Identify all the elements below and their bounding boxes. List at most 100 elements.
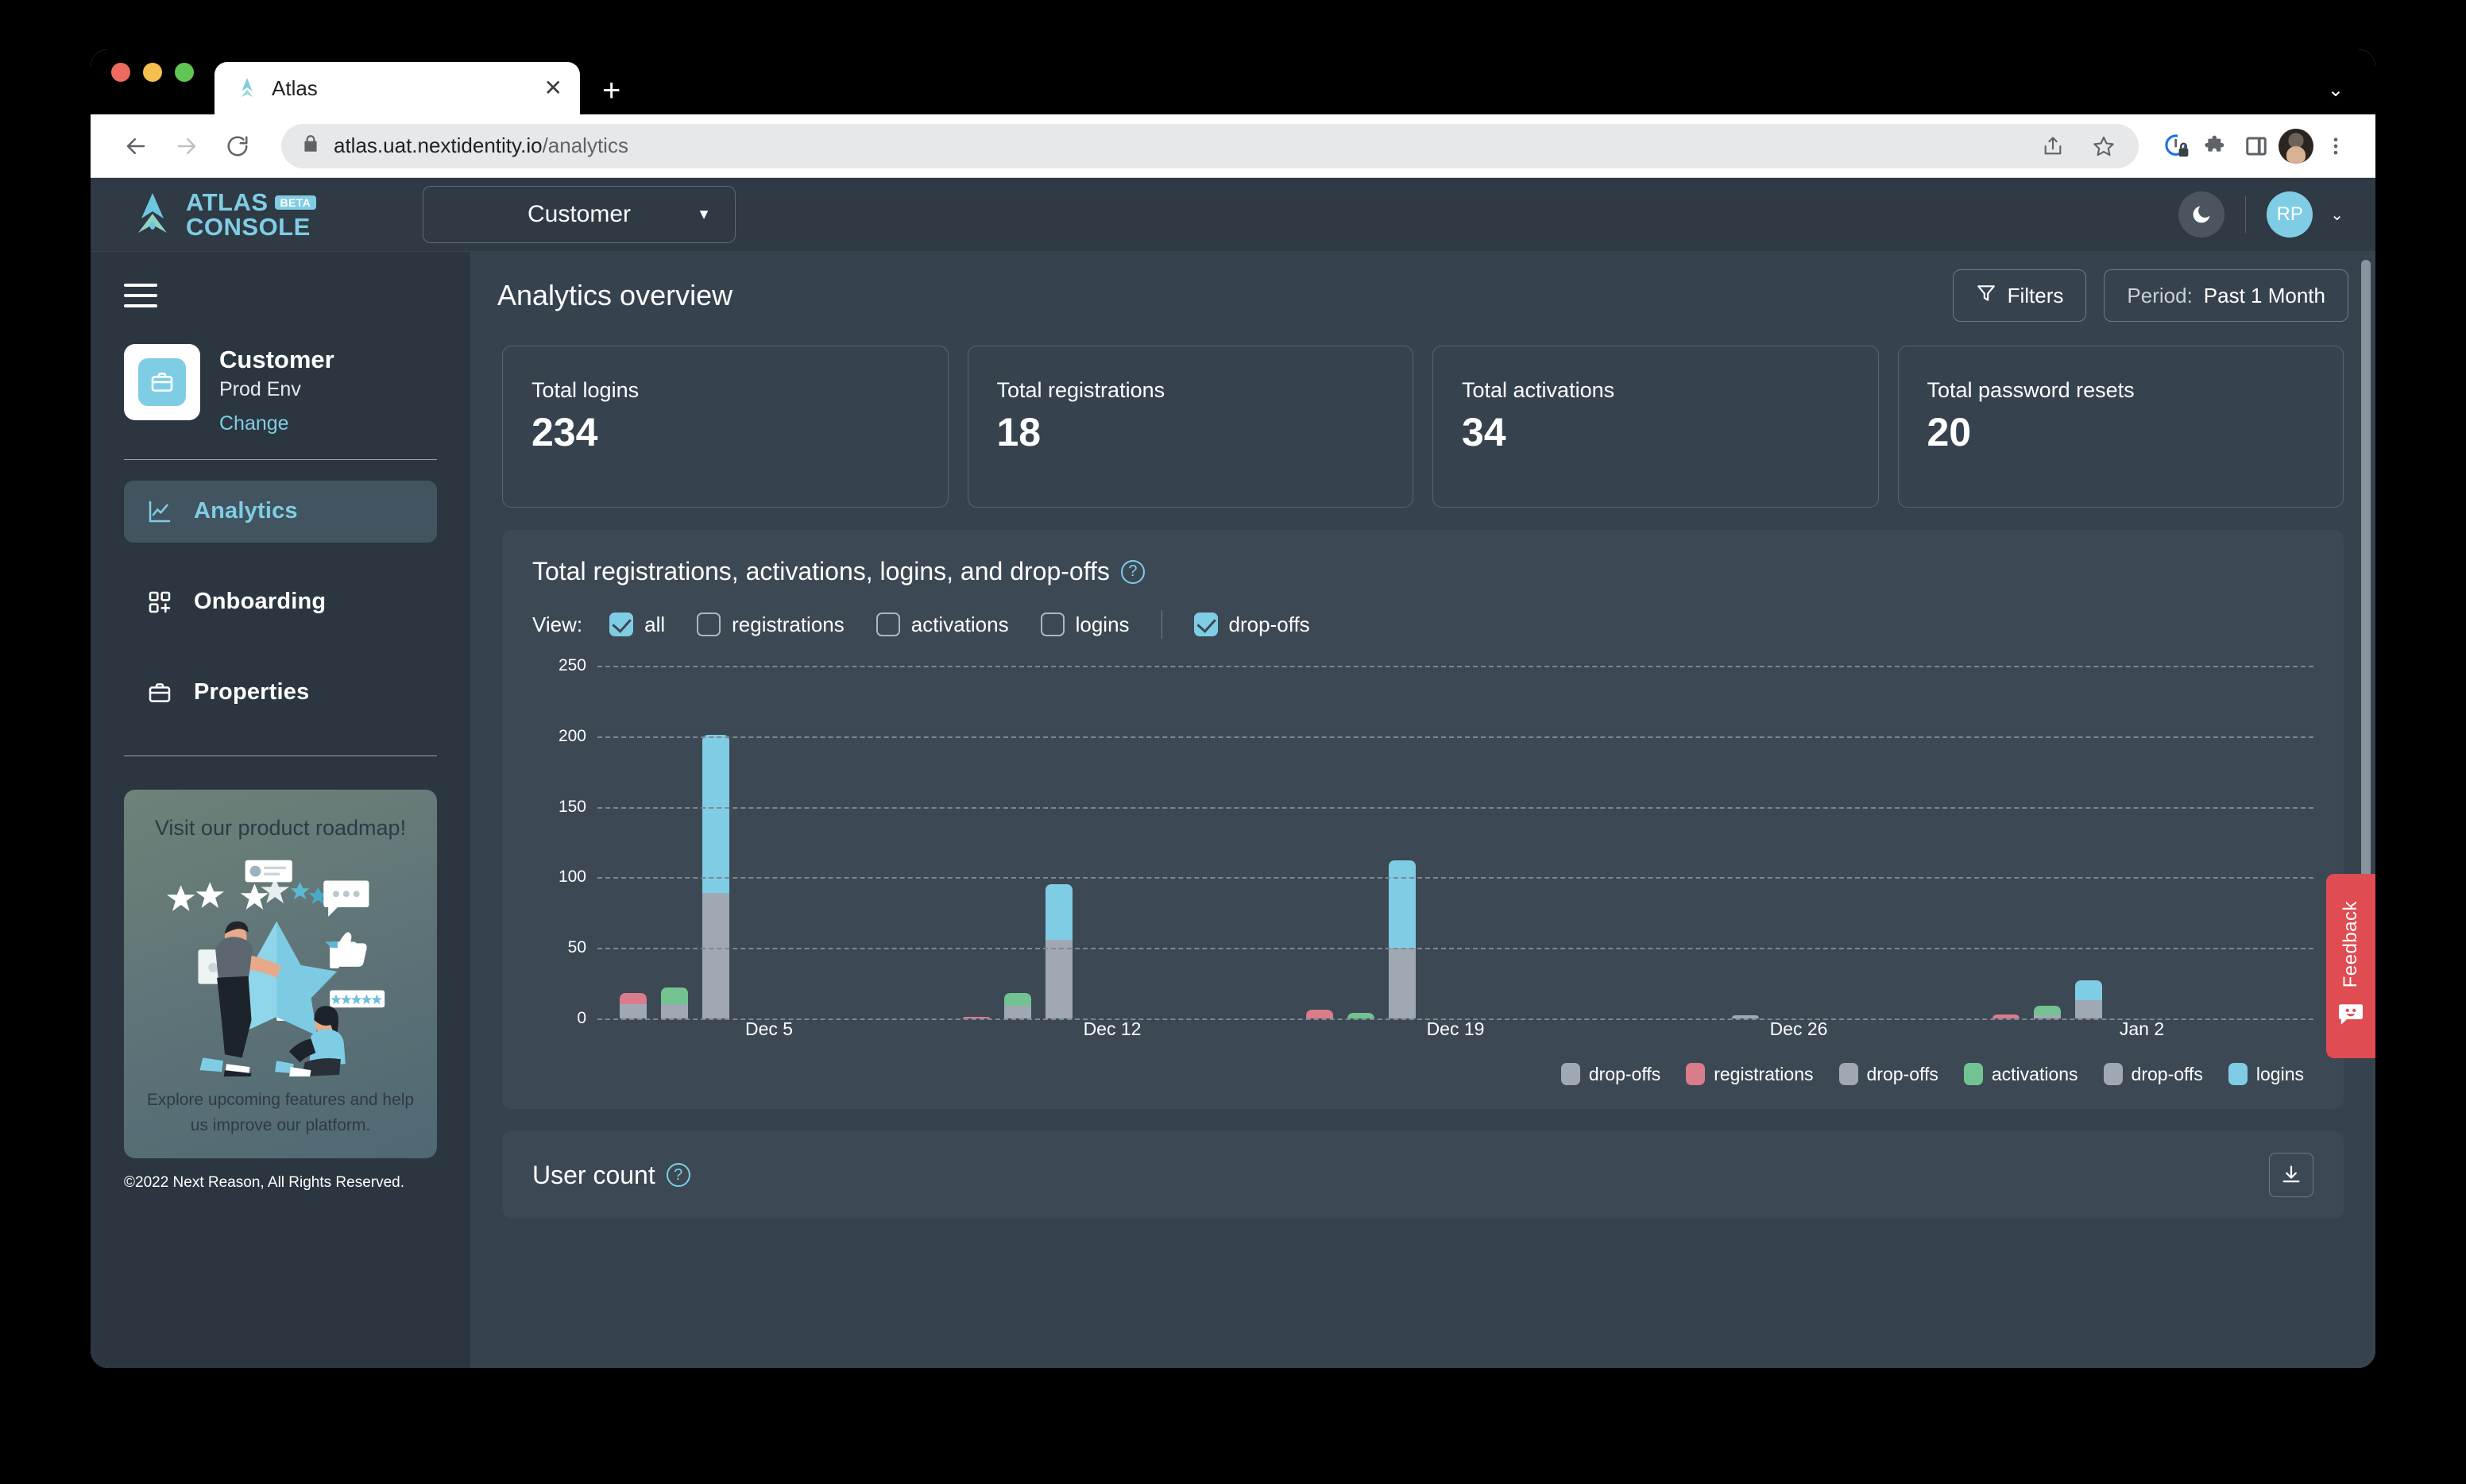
app-logo-text: ATLAS BETA CONSOLE — [186, 190, 317, 241]
page-title: Analytics overview — [497, 279, 733, 311]
sidebar-item-onboarding[interactable]: Onboarding — [124, 571, 437, 633]
main-inner: Total logins 234 Total registrations 18 … — [470, 346, 2375, 1219]
legend-swatch — [2228, 1063, 2248, 1085]
logo-line-2: CONSOLE — [186, 213, 311, 241]
bar-registrations[interactable] — [620, 993, 647, 1018]
reload-icon[interactable] — [216, 125, 259, 168]
chevron-down-icon[interactable]: ⌄ — [2330, 205, 2344, 225]
browser-tab[interactable]: Atlas ✕ — [215, 62, 580, 114]
sidebar-item-properties[interactable]: Properties — [124, 662, 437, 724]
checkbox-logins[interactable]: logins — [1040, 612, 1130, 637]
question-mark-icon[interactable]: ? — [1120, 559, 1145, 584]
bar-segment-drop-offs — [2075, 999, 2102, 1018]
checkbox-box[interactable] — [697, 613, 721, 636]
registrations-chart-card: Total registrations, activations, logins… — [502, 530, 2344, 1109]
bar-group — [597, 666, 941, 1018]
app-logo[interactable]: ATLAS BETA CONSOLE — [130, 190, 392, 239]
checkbox-registrations[interactable]: registrations — [697, 613, 845, 637]
checkbox-drop-offs[interactable]: drop-offs — [1193, 613, 1310, 637]
legend-item[interactable]: activations — [1963, 1063, 2078, 1085]
header-divider — [2245, 196, 2247, 233]
minimize-window-button[interactable] — [143, 63, 162, 82]
bar-logins[interactable] — [1389, 860, 1416, 1018]
bar-activations[interactable] — [1347, 1012, 1374, 1018]
legend-swatch — [1838, 1063, 1858, 1085]
sidebar-org-card: Customer Prod Env Change — [124, 344, 437, 435]
checkbox-separator — [1161, 610, 1162, 639]
chart-title-row: Total registrations, activations, logins… — [532, 557, 2313, 586]
window-traffic-lights — [111, 49, 194, 114]
side-panel-icon[interactable] — [2240, 130, 2272, 162]
sidebar-item-analytics[interactable]: Analytics — [124, 480, 437, 543]
legend-label: drop-offs — [2131, 1063, 2203, 1084]
feedback-tab[interactable]: Feedback — [2326, 874, 2375, 1058]
change-org-link[interactable]: Change — [219, 412, 334, 435]
arrow-left-icon[interactable] — [114, 125, 157, 168]
bar-logins[interactable] — [2075, 980, 2102, 1018]
legend-item[interactable]: logins — [2228, 1063, 2304, 1085]
question-mark-icon[interactable]: ? — [666, 1163, 690, 1187]
hamburger-menu-icon[interactable] — [124, 284, 157, 307]
moon-icon[interactable] — [2178, 191, 2225, 238]
chevron-down-icon[interactable]: ⌄ — [2328, 79, 2344, 102]
roadmap-promo-card[interactable]: Visit our product roadmap! Explore upcom… — [124, 789, 437, 1159]
legend-item[interactable]: drop-offs — [1560, 1063, 1660, 1085]
bar-activations[interactable] — [1004, 993, 1031, 1018]
maximize-window-button[interactable] — [175, 63, 194, 82]
plus-icon[interactable]: + — [602, 75, 620, 106]
checkbox-label: all — [644, 612, 666, 636]
bar-activations[interactable] — [2034, 1006, 2061, 1018]
sidebar-item-label: Onboarding — [194, 589, 327, 615]
main-scrollbar[interactable] — [2361, 260, 2371, 1360]
legend-swatch — [1686, 1063, 1706, 1085]
star-icon[interactable] — [2088, 130, 2120, 162]
bar-segment-activations — [1004, 993, 1031, 1007]
checkbox-all[interactable]: all — [609, 613, 665, 637]
bars-layer — [597, 666, 2313, 1018]
briefcase-icon — [138, 358, 186, 406]
stat-label: Total registrations — [996, 378, 1165, 402]
period-value: Past 1 Month — [2203, 283, 2325, 307]
close-window-button[interactable] — [111, 63, 130, 82]
checkbox-label: activations — [910, 612, 1009, 636]
x-axis-labels: Dec 5 Dec 12 Dec 19 Dec 26 Jan 2 — [597, 1018, 2313, 1047]
bar-activations[interactable] — [661, 987, 688, 1018]
profile-avatar-icon[interactable] — [2279, 128, 2313, 164]
filters-button[interactable]: Filters — [1952, 269, 2087, 322]
sidebar-divider — [124, 458, 437, 460]
checkbox-box[interactable] — [875, 613, 900, 636]
close-icon[interactable]: ✕ — [544, 77, 562, 99]
view-filter-row: View: all registrations activations logi… — [532, 610, 2313, 639]
download-icon[interactable] — [2269, 1153, 2313, 1197]
scrollbar-thumb[interactable] — [2361, 260, 2371, 942]
legend-item[interactable]: drop-offs — [2103, 1063, 2203, 1085]
bar-logins[interactable] — [1046, 884, 1073, 1018]
period-button[interactable]: Period: Past 1 Month — [2104, 269, 2348, 322]
checkbox-box[interactable] — [609, 613, 634, 636]
bar-registrations[interactable] — [1306, 1010, 1333, 1018]
privacy-lock-icon[interactable] — [2161, 130, 2193, 162]
checkbox-activations[interactable]: activations — [875, 612, 1009, 637]
arrow-right-icon[interactable] — [165, 125, 208, 168]
y-axis-tick-label: 0 — [577, 1009, 586, 1027]
legend-item[interactable]: drop-offs — [1838, 1063, 1938, 1085]
org-selector[interactable]: Customer ▼ — [423, 186, 736, 243]
x-axis-tick-label: Dec 12 — [1083, 1018, 1142, 1039]
address-bar-url: atlas.uat.nextidentity.io/analytics — [334, 133, 628, 158]
sidebar-item-label: Analytics — [194, 498, 298, 524]
browser-tabstrip: Atlas ✕ + ⌄ — [91, 49, 2375, 114]
three-dots-menu-icon[interactable] — [2320, 130, 2352, 162]
checkbox-box[interactable] — [1040, 613, 1065, 636]
bar-group — [941, 666, 1284, 1018]
legend-item[interactable]: registrations — [1686, 1063, 1814, 1085]
stat-card-total-password-resets: Total password resets 20 — [1897, 346, 2344, 508]
sidebar-nav: Analytics Onboarding Properties — [124, 480, 437, 724]
checkbox-label: logins — [1075, 612, 1130, 636]
share-icon[interactable] — [2037, 130, 2069, 162]
filters-button-label: Filters — [2007, 283, 2064, 307]
avatar[interactable]: RP — [2267, 191, 2313, 238]
puzzle-piece-icon[interactable] — [2201, 130, 2232, 162]
address-bar[interactable]: atlas.uat.nextidentity.io/analytics — [281, 123, 2139, 168]
checkbox-box[interactable] — [1193, 613, 1218, 636]
x-axis-tick-label: Dec 5 — [744, 1018, 794, 1039]
